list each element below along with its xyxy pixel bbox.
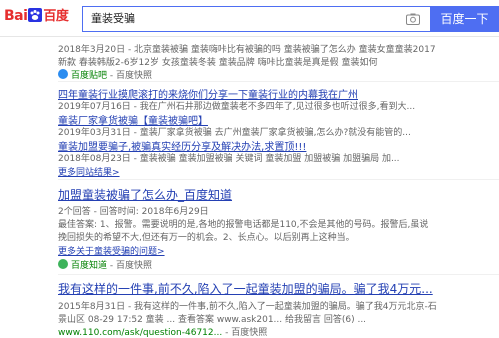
search-input[interactable] — [91, 7, 391, 31]
divider — [58, 179, 499, 180]
divider — [58, 81, 499, 82]
result-snippet: 2018年08月23日 - 童装被骗 童装加盟被骗 关键词 童装加盟 加盟被骗 … — [58, 154, 400, 164]
result-snippet: 景山区 08-29 17:52 童装 ... 查看答案 www.ask201..… — [58, 315, 367, 325]
result-source: www.110.com/ask/question-46712... - 百度快照 — [58, 328, 268, 338]
result-snippet: 2015年8月31日 - 我有这样的一件事,前不久,陷入了一起童装加盟的骗局。骗… — [58, 302, 437, 312]
result-title[interactable]: 我有这样的一件事,前不久,陷入了一起童装加盟的骗局。骗了我4万元... — [58, 280, 499, 297]
baidu-logo[interactable]: Bai 百度 — [4, 7, 69, 26]
result-source: 百度知道 - 百度快照 — [58, 258, 499, 271]
divider — [58, 274, 499, 275]
logo-text-du: 百度 — [43, 9, 69, 24]
snapshot-link[interactable]: 百度快照 — [231, 328, 267, 338]
paw-logo-icon — [28, 8, 43, 22]
more-questions-link[interactable]: 更多关于童装受骗的问题> — [58, 244, 499, 257]
result-snippet: 2019年07月16日 - 我在广州石井那边做童装老不多四年了,见过很多也听过很… — [58, 102, 416, 112]
result-meta: 2个回答 - 回答时间: 2018年6月29日 — [58, 207, 209, 217]
camera-icon[interactable] — [406, 13, 420, 25]
snapshot-link[interactable]: 百度快照 — [116, 261, 152, 271]
zhidao-icon — [58, 259, 68, 269]
search-box[interactable] — [82, 6, 430, 32]
source-link[interactable]: 百度知道 — [71, 261, 107, 271]
search-header: Bai 百度 百度一下 — [0, 0, 499, 37]
result-snippet: 挽回损失的希望不大,但还有万一的机会。2、长点心。以后别再上这种当。 — [58, 233, 355, 243]
tieba-icon — [58, 69, 68, 79]
result-snippet: 新款 春装韩版2-6岁12岁 女孩童装冬装 童装品牌 嗨咔比童装是真是假 童装如… — [58, 58, 378, 68]
source-link[interactable]: 百度贴吧 — [71, 71, 107, 81]
more-results-link[interactable]: 更多同站结果> — [58, 165, 499, 178]
result-snippet: 2019年03月31日 - 童装厂家拿货被骗 去广州童装厂家拿货被骗,怎么办?就… — [58, 128, 411, 138]
result-title[interactable]: 加盟童装被骗了怎么办_百度知道 — [58, 186, 499, 203]
logo-text-bai: Bai — [4, 8, 28, 24]
search-button[interactable]: 百度一下 — [430, 6, 499, 32]
result-source: 百度贴吧 - 百度快照 — [58, 68, 499, 81]
result-snippet: 2018年3月20日 - 北京童装被骗 童装嗨咔比有被骗的吗 童装被骗了怎么办 … — [58, 45, 436, 55]
result-snippet: 最佳答案: 1、报警。需要说明的是,各地的报警电话都是110,不会是其他的号码。… — [58, 220, 429, 230]
result-url[interactable]: www.110.com/ask/question-46712... — [58, 328, 222, 338]
snapshot-link[interactable]: 百度快照 — [116, 71, 152, 81]
